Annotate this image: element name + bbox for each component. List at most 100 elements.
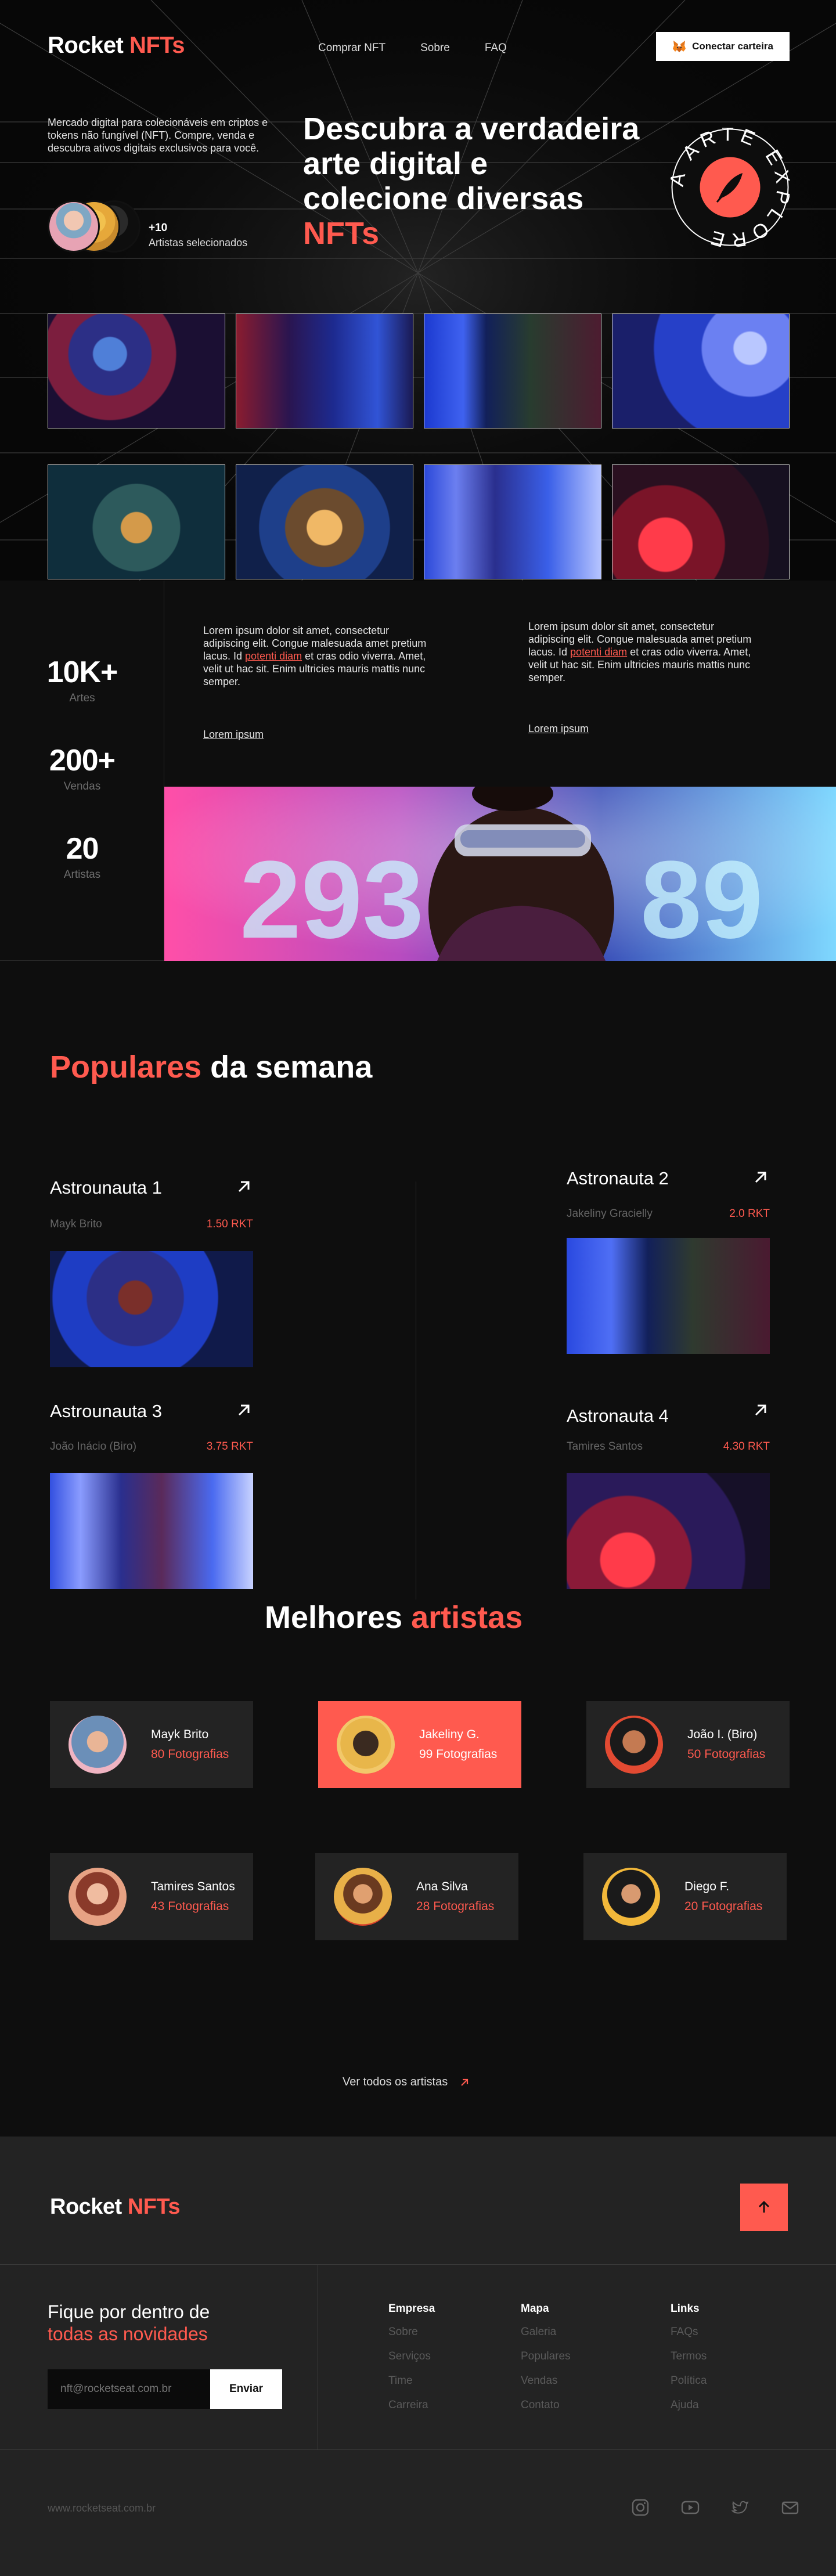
arrow-up-right-icon[interactable]	[751, 1401, 770, 1419]
card-price: 4.30 RKT	[723, 1440, 770, 1453]
footer-link[interactable]: Vendas	[521, 2375, 571, 2387]
nft-thumbnail[interactable]	[236, 464, 413, 579]
artist-photo-count: 20 Fotografias	[684, 1900, 763, 1913]
newsletter-title: Fique por dentro de todas as novidades	[48, 2301, 210, 2345]
artist-avatars	[48, 200, 152, 253]
hero-title-line: arte digital e	[303, 146, 488, 181]
avatar	[602, 1868, 660, 1926]
brand-name: Rocket	[48, 33, 124, 58]
artist-card-tamires[interactable]: Tamires Santos 43 Fotografias	[50, 1853, 253, 1940]
nft-thumbnails-row-1	[48, 314, 791, 428]
artist-card-ana[interactable]: Ana Silva 28 Fotografias	[315, 1853, 518, 1940]
inline-link[interactable]: potenti diam	[570, 646, 627, 658]
artist-card-mayk[interactable]: Mayk Brito 80 Fotografias	[50, 1701, 253, 1788]
brand-logo[interactable]: Rocket NFTs	[48, 33, 185, 59]
title-accent: Populares	[50, 1050, 202, 1085]
footer-link[interactable]: Ajuda	[671, 2399, 707, 2412]
footer-link[interactable]: Carreira	[388, 2399, 435, 2412]
footer-column-mapa: Mapa Galeria Populares Vendas Contato	[521, 2303, 571, 2423]
footer-top: Rocket NFTs	[0, 2137, 836, 2265]
nft-thumbnail[interactable]	[612, 464, 790, 579]
info-cta-link-2[interactable]: Lorem ipsum	[528, 723, 589, 735]
artist-card-joao[interactable]: João I. (Biro) 50 Fotografias	[586, 1701, 790, 1788]
card-price: 2.0 RKT	[729, 1208, 770, 1220]
footer-link[interactable]: Termos	[671, 2350, 707, 2363]
stat-label: Artes	[69, 692, 95, 704]
artist-name: João I. (Biro)	[687, 1728, 758, 1741]
avatar	[337, 1716, 395, 1774]
social-links	[630, 2498, 800, 2517]
svg-text:293: 293	[240, 838, 424, 961]
footer-link[interactable]: Populares	[521, 2350, 571, 2363]
footer-bottom: www.rocketseat.com.br	[0, 2449, 836, 2576]
nft-card-4[interactable]: Astronauta 4 Tamires Santos 4.30 RKT	[567, 1401, 770, 1604]
card-name: Astronauta 2	[567, 1168, 669, 1188]
nft-thumbnail[interactable]	[48, 314, 225, 428]
title-accent: artistas	[411, 1600, 523, 1635]
card-price: 1.50 RKT	[206, 1218, 253, 1230]
arrow-up-right-icon[interactable]	[235, 1177, 253, 1196]
newsletter-title-accent: todas as novidades	[48, 2323, 208, 2344]
arrow-up-right-icon[interactable]	[235, 1401, 253, 1419]
nav-link-faq[interactable]: FAQ	[485, 42, 507, 55]
artist-card-diego[interactable]: Diego F. 20 Fotografias	[583, 1853, 787, 1940]
youtube-icon[interactable]	[680, 2498, 700, 2517]
arrow-up-icon	[758, 2200, 770, 2213]
stat-artistas: 20 Artistas	[0, 831, 164, 881]
featured-banner-image: 293 89	[164, 787, 836, 961]
card-price: 3.75 RKT	[206, 1440, 253, 1453]
card-name: Astrounauta 1	[50, 1177, 163, 1198]
footer-link[interactable]: Sobre	[388, 2326, 435, 2339]
hero-title-accent: NFTs	[303, 216, 379, 251]
nft-card-1[interactable]: Astrounauta 1 Mayk Brito 1.50 RKT	[50, 1177, 253, 1381]
nft-card-3[interactable]: Astrounauta 3 João Inácio (Biro) 3.75 RK…	[50, 1401, 253, 1604]
nft-thumbnail[interactable]	[236, 314, 413, 428]
title-rest: da semana	[201, 1050, 373, 1085]
see-all-artists-link[interactable]: Ver todos os artistas	[343, 2076, 470, 2089]
artist-card-jakeliny[interactable]: Jakeliny G. 99 Fotografias	[318, 1701, 521, 1788]
svg-text:89: 89	[640, 838, 763, 961]
stats-column: 10K+ Artes 200+ Vendas 20 Artistas	[0, 581, 164, 961]
footer-link[interactable]: Galeria	[521, 2326, 571, 2339]
info-text-2: Lorem ipsum dolor sit amet, consectetur …	[528, 620, 761, 684]
mail-icon[interactable]	[780, 2498, 800, 2517]
inline-link[interactable]: potenti diam	[245, 650, 302, 662]
stat-value: 10K+	[46, 655, 118, 689]
footer-logo[interactable]: Rocket NFTs	[50, 2195, 180, 2220]
newsletter-email-input[interactable]	[48, 2369, 210, 2409]
arrow-up-right-icon[interactable]	[751, 1168, 770, 1187]
artist-photo-count: 99 Fotografias	[419, 1748, 498, 1761]
artist-name: Mayk Brito	[151, 1728, 209, 1741]
footer-link[interactable]: Time	[388, 2375, 435, 2387]
artist-photo-count: 50 Fotografias	[687, 1748, 766, 1761]
avatar	[334, 1868, 392, 1926]
footer-link[interactable]: FAQs	[671, 2326, 707, 2339]
card-image	[567, 1238, 770, 1354]
card-name: Astrounauta 3	[50, 1401, 163, 1421]
connect-wallet-button[interactable]: Conectar carteira	[656, 32, 790, 61]
newsletter-submit-button[interactable]: Enviar	[210, 2369, 282, 2409]
hero-title-line: colecione diversas	[303, 181, 584, 216]
info-cta-link-1[interactable]: Lorem ipsum	[203, 729, 264, 741]
nft-thumbnail[interactable]	[424, 314, 601, 428]
nav-link-sobre[interactable]: Sobre	[420, 42, 450, 55]
twitter-icon[interactable]	[730, 2498, 750, 2517]
nft-thumbnail[interactable]	[424, 464, 601, 579]
nft-thumbnail[interactable]	[612, 314, 790, 428]
brand-accent: NFTs	[127, 2195, 181, 2219]
nav-link-comprar[interactable]: Comprar NFT	[318, 42, 385, 55]
back-to-top-button[interactable]	[740, 2184, 788, 2231]
section-title-artists: Melhores artistas	[265, 1599, 522, 1635]
nft-thumbnail[interactable]	[48, 464, 225, 579]
footer-link[interactable]: Serviços	[388, 2350, 435, 2363]
artist-name: Ana Silva	[416, 1880, 468, 1893]
card-owner: Jakeliny Gracielly	[567, 1208, 653, 1220]
explore-badge[interactable]: A ARTE EXPLORE	[671, 128, 790, 247]
footer-link[interactable]: Contato	[521, 2399, 571, 2412]
instagram-icon[interactable]	[630, 2498, 650, 2517]
stat-value: 20	[66, 832, 99, 866]
footer-link[interactable]: Política	[671, 2375, 707, 2387]
card-image	[50, 1251, 253, 1367]
nft-card-2[interactable]: Astronauta 2 Jakeliny Gracielly 2.0 RKT	[567, 1168, 770, 1371]
card-owner: Tamires Santos	[567, 1440, 643, 1453]
